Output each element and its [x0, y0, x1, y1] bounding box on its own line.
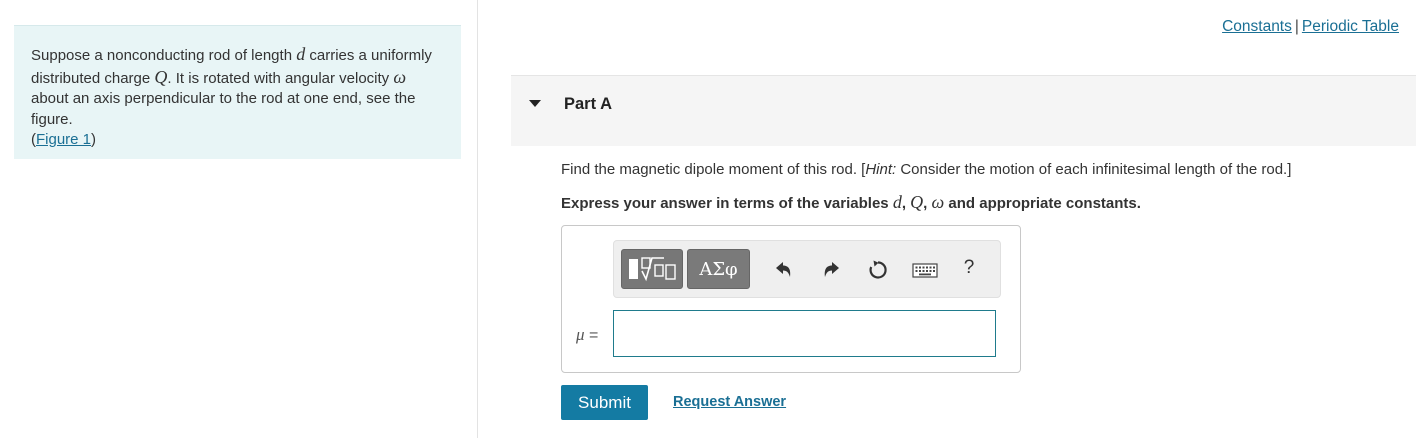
greek-symbols-label: ΑΣφ — [699, 258, 738, 280]
problem-text-segment: . It is rotated with angular velocity — [167, 69, 394, 87]
templates-icon — [629, 257, 676, 282]
answer-box: ΑΣφ ? μ = — [561, 225, 1021, 373]
answer-variable-label: μ = — [576, 325, 598, 345]
problem-text: Suppose a nonconducting rod of length d … — [31, 44, 432, 128]
help-icon[interactable]: ? — [961, 257, 977, 281]
request-answer-link[interactable]: Request Answer — [673, 394, 786, 410]
reset-icon[interactable] — [867, 259, 889, 281]
problem-text-segment: about an axis perpendicular to the rod a… — [31, 90, 416, 128]
instruction-comma-2: , — [923, 195, 932, 212]
problem-math-variable: d — [296, 44, 306, 64]
greek-symbols-button[interactable]: ΑΣφ — [687, 249, 750, 289]
answer-instruction: Express your answer in terms of the vari… — [561, 192, 1141, 213]
variable-d: d — [892, 192, 902, 212]
instruction-prefix: Express your answer in terms of the vari… — [561, 195, 893, 212]
problem-text-segment: Suppose a nonconducting rod of length — [31, 47, 297, 64]
periodic-table-link[interactable]: Periodic Table — [1302, 18, 1399, 35]
submit-button[interactable]: Submit — [561, 385, 648, 420]
figure-paren-close: ) — [91, 131, 97, 148]
resource-links: Constants | Periodic Table — [1222, 18, 1399, 36]
redo-icon[interactable] — [820, 259, 842, 281]
instruction-suffix: and appropriate constants. — [944, 195, 1141, 212]
instruction-comma-1: , — [901, 195, 911, 212]
equals-sign: = — [584, 327, 599, 344]
part-title: Part A — [564, 95, 612, 113]
question-main: Find the magnetic dipole moment of this … — [561, 161, 866, 178]
answer-input[interactable] — [613, 310, 996, 357]
keyboard-icon[interactable] — [912, 259, 938, 281]
problem-math-variable: Q — [154, 66, 168, 87]
hint-label: Hint: — [865, 161, 897, 178]
mu-symbol: μ — [576, 325, 585, 344]
part-a-header[interactable]: Part A — [511, 75, 1416, 146]
constants-link[interactable]: Constants — [1222, 18, 1292, 35]
problem-pane: Suppose a nonconducting rod of length d … — [0, 0, 478, 438]
problem-math-variable: ω — [393, 66, 407, 87]
math-toolbar: ΑΣφ ? — [613, 240, 1001, 298]
help-label: ? — [963, 257, 975, 278]
collapse-caret-icon[interactable] — [529, 100, 541, 107]
undo-icon[interactable] — [773, 259, 795, 281]
question-text: Find the magnetic dipole moment of this … — [561, 161, 1291, 178]
variable-q: Q — [910, 192, 924, 212]
link-separator: | — [1294, 18, 1299, 35]
templates-button[interactable] — [621, 249, 683, 289]
figure-link[interactable]: Figure 1 — [36, 131, 91, 148]
hint-text: Consider the motion of each infinitesima… — [896, 161, 1292, 178]
problem-statement: Suppose a nonconducting rod of length d … — [14, 25, 461, 159]
variable-omega: ω — [931, 192, 945, 212]
